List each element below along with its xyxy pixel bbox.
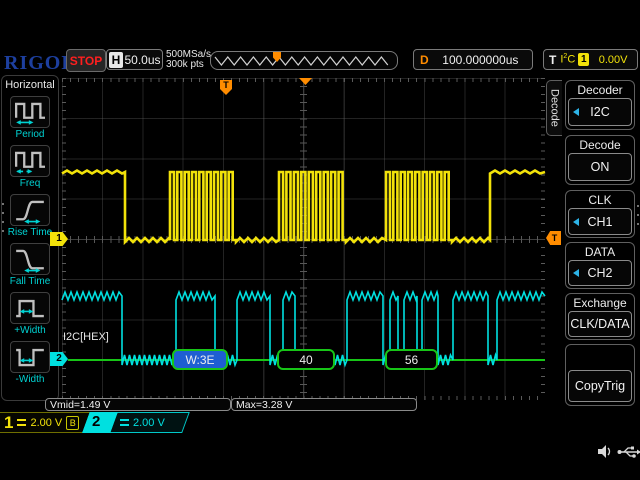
ch1-scale: 2.00 V	[30, 417, 62, 429]
ch1-number: 1	[4, 412, 13, 433]
ch2-status-content: 2.00 V	[120, 412, 165, 433]
decode-menu-tab[interactable]: Decode	[546, 80, 562, 136]
softkey-data[interactable]: DATA CH2	[565, 242, 635, 289]
select-arrow-icon	[573, 108, 579, 116]
ch1-waveform	[62, 171, 545, 243]
measurement-vmid: Vmid=1.49 V	[45, 398, 231, 411]
softkey-clk[interactable]: CLK CH1	[565, 190, 635, 238]
decode-bus-label: I2C[HEX]	[63, 331, 109, 343]
decode-event: W:3E	[172, 349, 228, 370]
decode-event: 56	[385, 349, 438, 370]
select-arrow-icon	[573, 269, 579, 277]
decode-event: 40	[277, 349, 335, 370]
softkey-decoder[interactable]: Decoder I2C	[565, 80, 635, 130]
ch1-status-content: 1 2.00 V B	[4, 412, 79, 433]
softkey-copytrig[interactable]: CopyTrig	[565, 344, 635, 406]
ch2-scale: 2.00 V	[133, 417, 165, 429]
select-arrow-icon	[573, 218, 579, 226]
beeper-icon	[597, 444, 611, 459]
ch1-coupling-icon	[17, 419, 26, 426]
system-status-icons	[597, 444, 640, 459]
ch2-coupling-icon	[120, 419, 129, 426]
ch2-number: 2	[92, 413, 100, 430]
usb-icon	[617, 444, 640, 459]
measurement-max: Max=3.28 V	[231, 398, 417, 411]
ch1-bandwidth-badge: B	[66, 416, 79, 430]
softkey-exchange[interactable]: Exchange CLK/DATA	[565, 293, 635, 340]
softkey-decode-onoff[interactable]: Decode ON	[565, 135, 635, 185]
